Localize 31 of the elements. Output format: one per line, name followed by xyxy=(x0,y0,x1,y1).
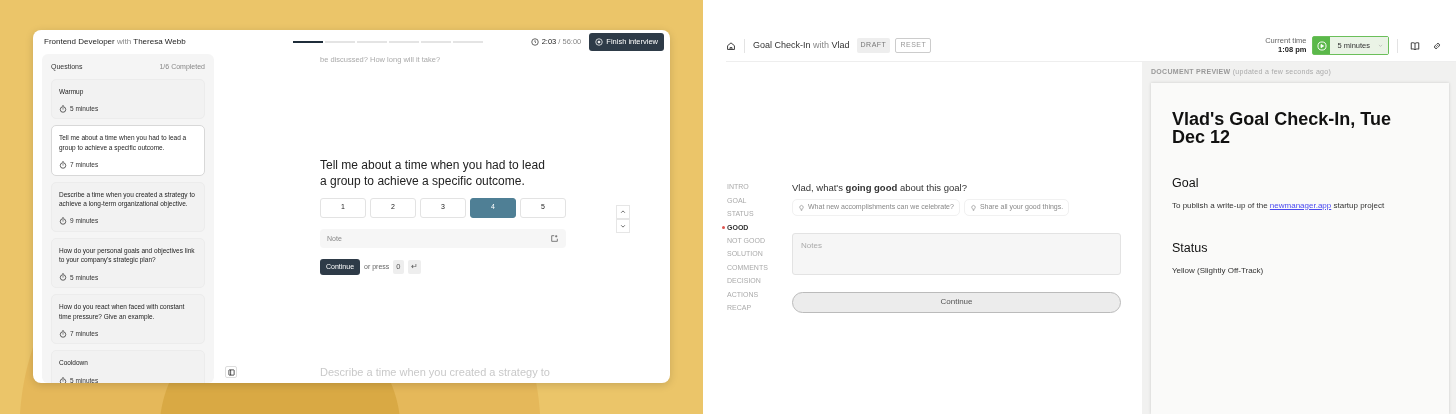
document-link[interactable]: newmanager.app xyxy=(1269,200,1332,210)
stopwatch-icon xyxy=(59,104,67,113)
home-icon[interactable] xyxy=(726,40,736,51)
play-icon xyxy=(1316,40,1327,51)
section-heading: Goal xyxy=(1172,175,1200,191)
stopwatch-icon xyxy=(59,273,67,282)
section-text: Yellow (Slightly Off-Track) xyxy=(1172,266,1265,278)
question-text: Vlad, what's going good about this goal? xyxy=(792,181,968,195)
book-icon[interactable] xyxy=(1410,40,1420,51)
stopwatch-icon xyxy=(59,217,67,226)
lightbulb-icon xyxy=(798,204,805,211)
stopwatch-icon xyxy=(59,160,67,169)
section-text: To publish a write-up of the newmanager.app startup project xyxy=(1172,200,1386,212)
interview-title: Frontend Developer with Theresa Webb xyxy=(44,36,186,48)
stopwatch-icon xyxy=(59,376,67,383)
lightbulb-icon xyxy=(969,204,977,211)
clock-icon xyxy=(530,38,539,46)
document-title: Vlad's Goal Check-In, Tue Dec 12 xyxy=(1172,109,1392,146)
question-text: Tell me about a time when you had to lead a group to achieve a specific outcome. xyxy=(320,157,546,190)
sidebar-toggle-button[interactable] xyxy=(225,366,237,378)
target-icon xyxy=(595,38,604,46)
link-icon[interactable] xyxy=(1432,40,1442,51)
caret-icon xyxy=(1378,43,1383,48)
stopwatch-icon xyxy=(59,329,67,338)
checkin-title: Goal Check-In with Vlad xyxy=(753,38,850,52)
notes-field[interactable]: Notes xyxy=(792,232,1121,275)
chevron-up-icon xyxy=(620,209,626,215)
section-heading: Status xyxy=(1172,241,1209,257)
continue-button[interactable]: Continue xyxy=(792,291,1121,313)
panel-icon xyxy=(227,368,235,376)
chevron-down-icon xyxy=(620,223,626,229)
